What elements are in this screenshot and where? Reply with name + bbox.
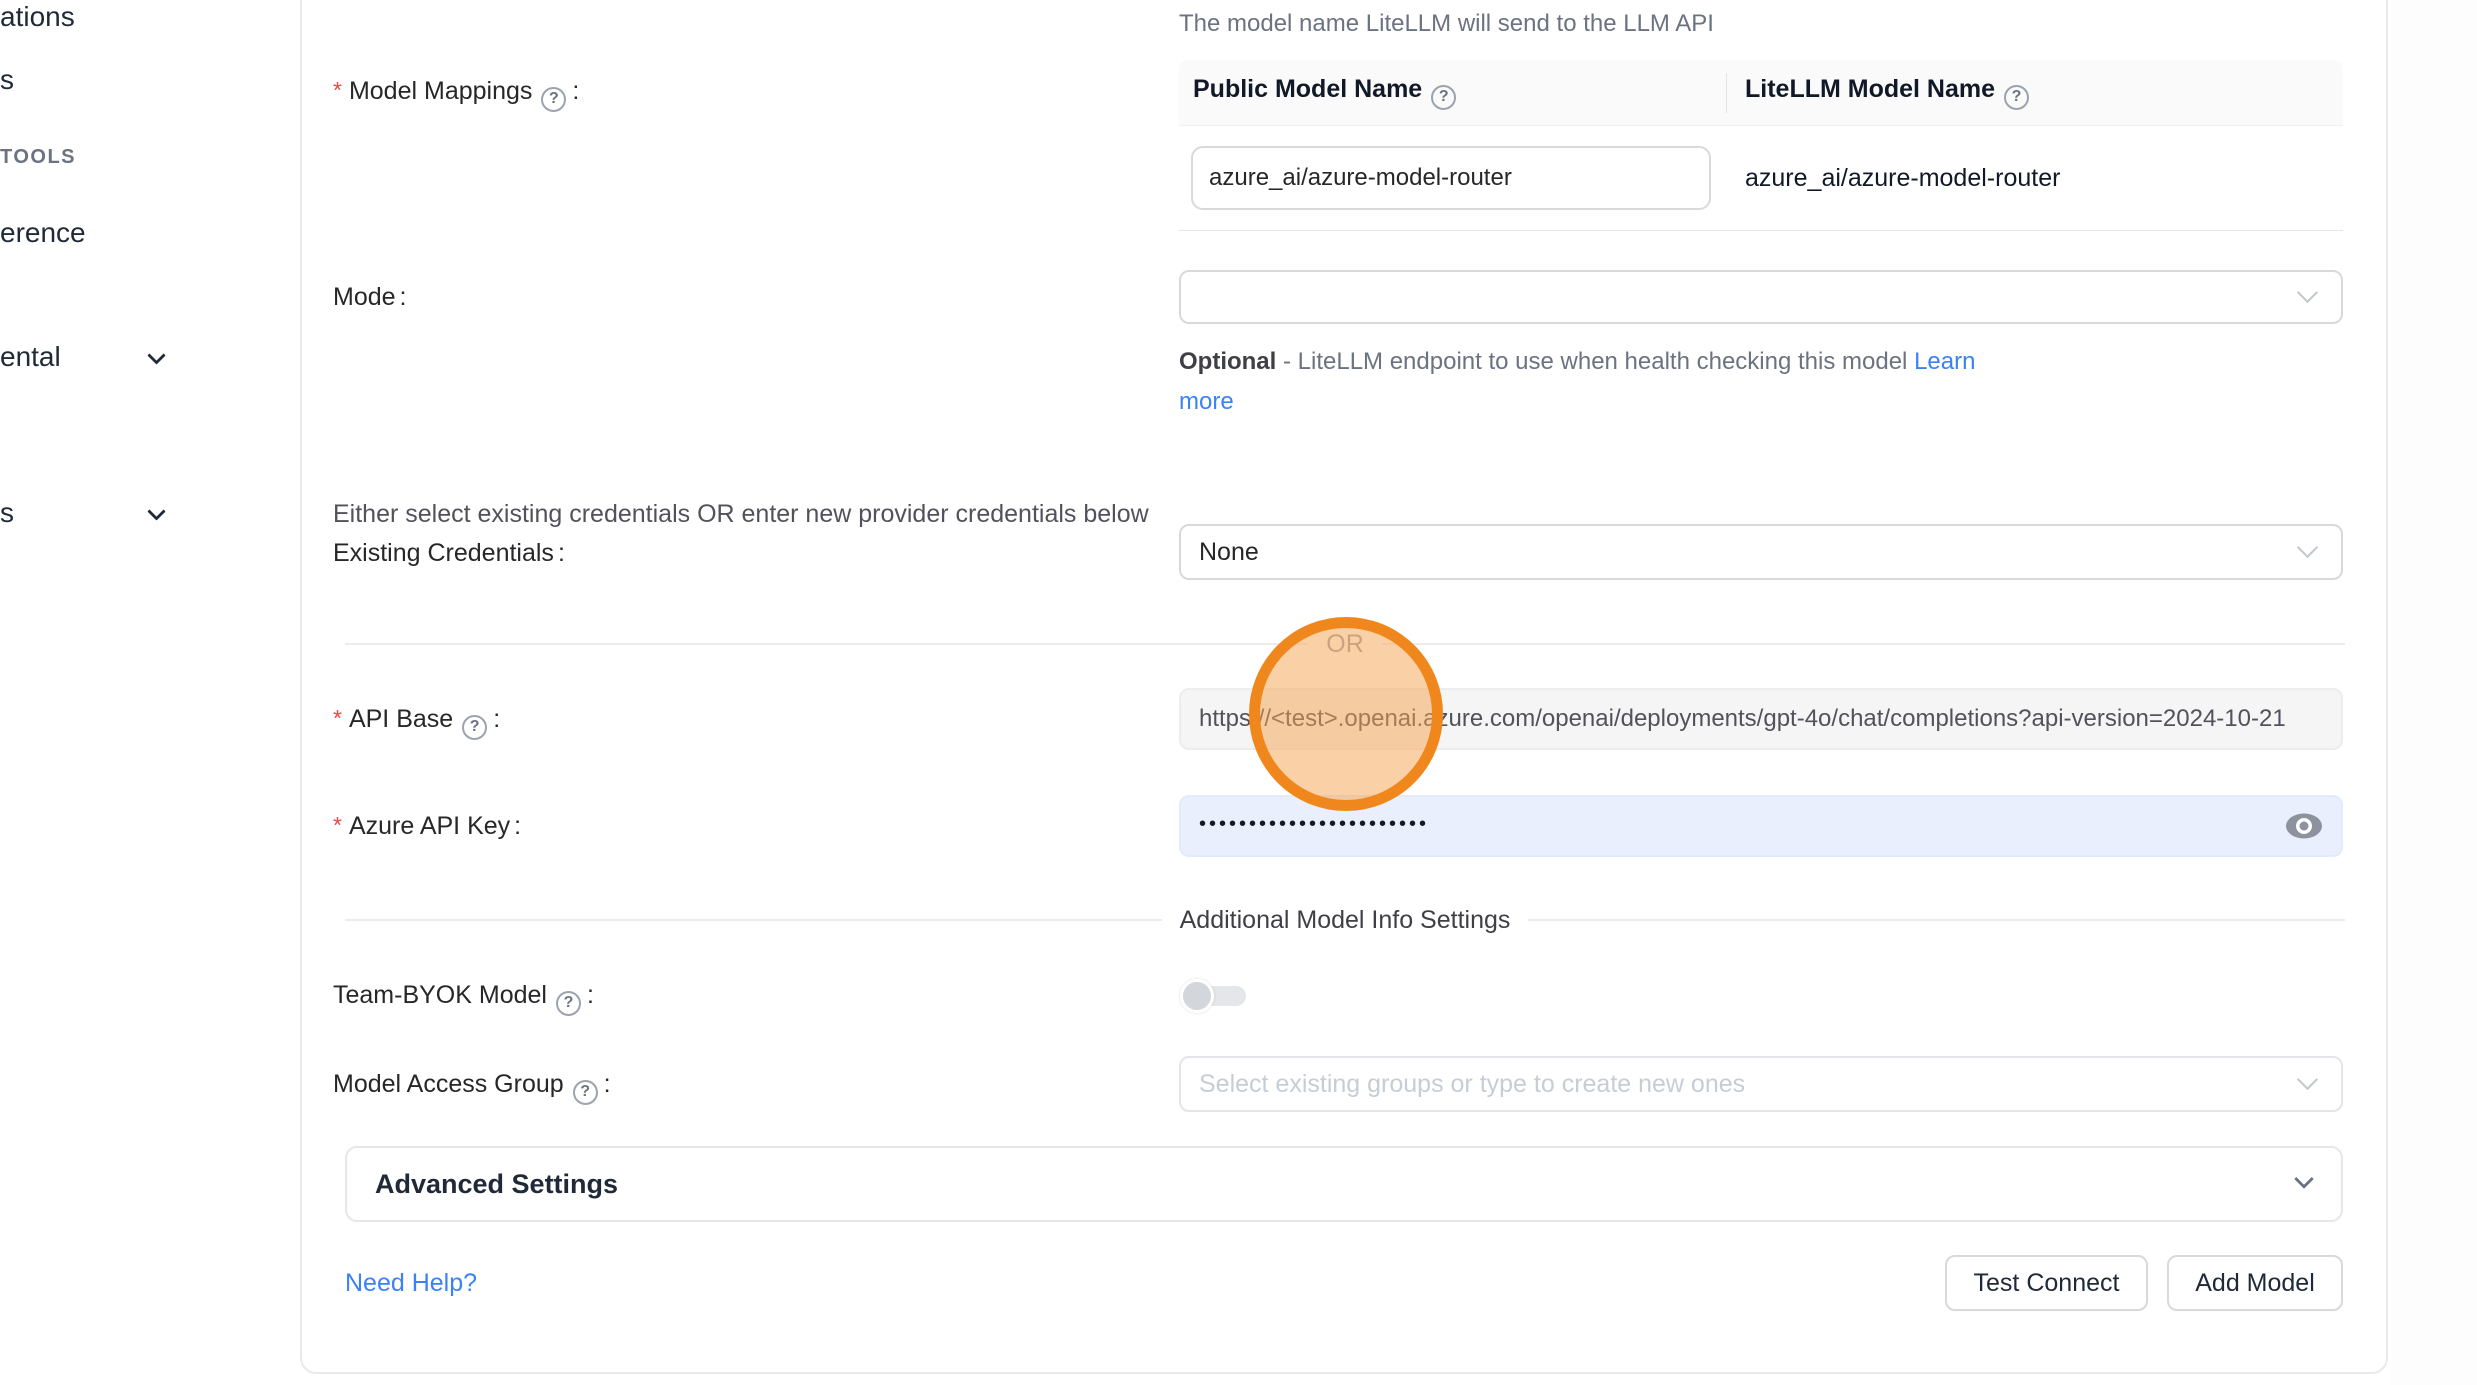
help-icon[interactable]: ? <box>573 1080 598 1105</box>
help-icon[interactable]: ? <box>541 87 566 112</box>
health-check-note: Optional - LiteLLM endpoint to use when … <box>1179 342 1979 422</box>
chevron-down-icon <box>2297 282 2318 303</box>
column-divider <box>1726 73 1727 113</box>
table-header-row: Public Model Name? LiteLLM Model Name? <box>1179 60 2343 126</box>
credentials-instruction: Either select existing credentials OR en… <box>333 496 1149 532</box>
required-mark: * <box>333 77 342 103</box>
required-mark: * <box>333 812 342 838</box>
public-model-name-input[interactable] <box>1191 146 1711 210</box>
existing-credentials-label: Existing Credentials: <box>333 535 565 571</box>
chevron-down-icon[interactable] <box>147 502 165 520</box>
model-name-helper-text: The model name LiteLLM will send to the … <box>1179 6 1714 42</box>
select-placeholder: Select existing groups or type to create… <box>1199 1070 1745 1099</box>
column-header-litellm-model-name: LiteLLM Model Name? <box>1745 75 2031 110</box>
model-access-group-select[interactable]: Select existing groups or type to create… <box>1179 1056 2343 1112</box>
or-divider: OR <box>345 628 2345 660</box>
model-access-group-label: Model Access Group?: <box>333 1066 611 1105</box>
sidebar-section-tools: TOOLS <box>0 146 76 169</box>
chevron-down-icon <box>2294 1169 2314 1189</box>
azure-api-key-input[interactable]: ••••••••••••••••••••••• <box>1179 795 2343 857</box>
advanced-settings-panel[interactable]: Advanced Settings <box>345 1146 2343 1222</box>
add-model-page: ations s TOOLS erence ental s The model … <box>0 0 2477 1385</box>
sidebar-item-experimental[interactable]: ental <box>0 340 61 374</box>
table-row: azure_ai/azure-model-router <box>1179 126 2343 230</box>
model-mappings-table: Public Model Name? LiteLLM Model Name? a… <box>1179 60 2343 231</box>
toggle-knob <box>1180 979 1214 1013</box>
mode-label: Mode: <box>333 279 407 315</box>
team-byok-toggle[interactable] <box>1180 979 1246 1013</box>
help-icon[interactable]: ? <box>2004 85 2029 110</box>
help-icon[interactable]: ? <box>462 715 487 740</box>
need-help-link[interactable]: Need Help? <box>345 1265 477 1301</box>
additional-info-divider: Additional Model Info Settings <box>345 904 2345 936</box>
help-icon[interactable]: ? <box>556 991 581 1016</box>
add-model-button[interactable]: Add Model <box>2167 1255 2343 1311</box>
sidebar-item-settings[interactable]: s <box>0 496 14 530</box>
team-byok-label: Team-BYOK Model?: <box>333 977 594 1016</box>
sidebar-item-organizations[interactable]: ations <box>0 0 75 34</box>
mode-select[interactable] <box>1179 270 2343 324</box>
masked-password-dots: ••••••••••••••••••••••• <box>1199 814 1429 834</box>
model-mappings-label: *Model Mappings?: <box>333 72 579 112</box>
chevron-down-icon <box>2297 1069 2318 1090</box>
advanced-settings-label: Advanced Settings <box>375 1169 618 1200</box>
eye-icon[interactable] <box>2285 812 2323 840</box>
chevron-down-icon[interactable] <box>147 346 165 364</box>
column-header-public-model-name: Public Model Name? <box>1193 75 1458 110</box>
sidebar: ations s TOOLS erence ental s <box>0 0 300 1385</box>
azure-api-key-label: *Azure API Key: <box>333 807 521 844</box>
chevron-down-icon <box>2297 537 2318 558</box>
sidebar-item-inference[interactable]: erence <box>0 216 86 250</box>
help-icon[interactable]: ? <box>1431 85 1456 110</box>
test-connect-button[interactable]: Test Connect <box>1945 1255 2148 1311</box>
required-mark: * <box>333 705 342 731</box>
api-base-input[interactable]: https://<test>.openai.azure.com/openai/d… <box>1179 688 2343 750</box>
litellm-model-name-value: azure_ai/azure-model-router <box>1745 126 2060 230</box>
add-model-form: The model name LiteLLM will send to the … <box>300 0 2390 1385</box>
existing-credentials-select[interactable]: None <box>1179 524 2343 580</box>
api-base-label: *API Base?: <box>333 700 500 740</box>
sidebar-item[interactable]: s <box>0 63 14 97</box>
